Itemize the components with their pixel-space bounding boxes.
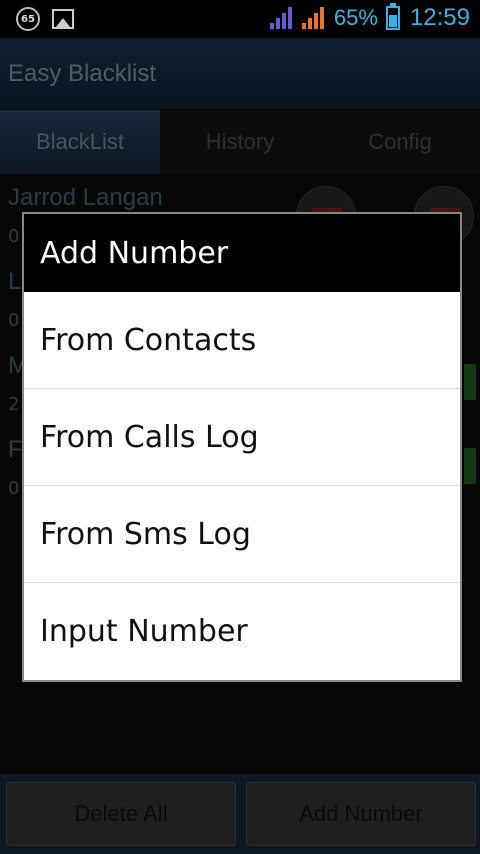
battery-icon bbox=[385, 3, 400, 30]
clock: 12:59 bbox=[409, 4, 470, 31]
notification-icons: 65 bbox=[16, 7, 74, 31]
signal-icon-2 bbox=[301, 7, 326, 29]
option-from-contacts[interactable]: From Contacts bbox=[24, 292, 460, 389]
image-notification-icon bbox=[52, 9, 74, 29]
notification-badge-icon: 65 bbox=[16, 7, 40, 31]
battery-percent: 65% bbox=[333, 5, 378, 30]
status-bar: 65 65% 12:59 bbox=[0, 0, 480, 38]
option-from-sms-log[interactable]: From Sms Log bbox=[24, 486, 460, 583]
option-from-calls-log[interactable]: From Calls Log bbox=[24, 389, 460, 486]
add-number-dialog: Add Number From Contacts From Calls Log … bbox=[22, 212, 462, 682]
dialog-title: Add Number bbox=[40, 235, 229, 271]
option-input-number[interactable]: Input Number bbox=[24, 583, 460, 680]
system-indicators: 65% 12:59 bbox=[269, 3, 470, 32]
signal-icon-1 bbox=[269, 7, 294, 29]
dialog-header: Add Number bbox=[24, 214, 460, 292]
